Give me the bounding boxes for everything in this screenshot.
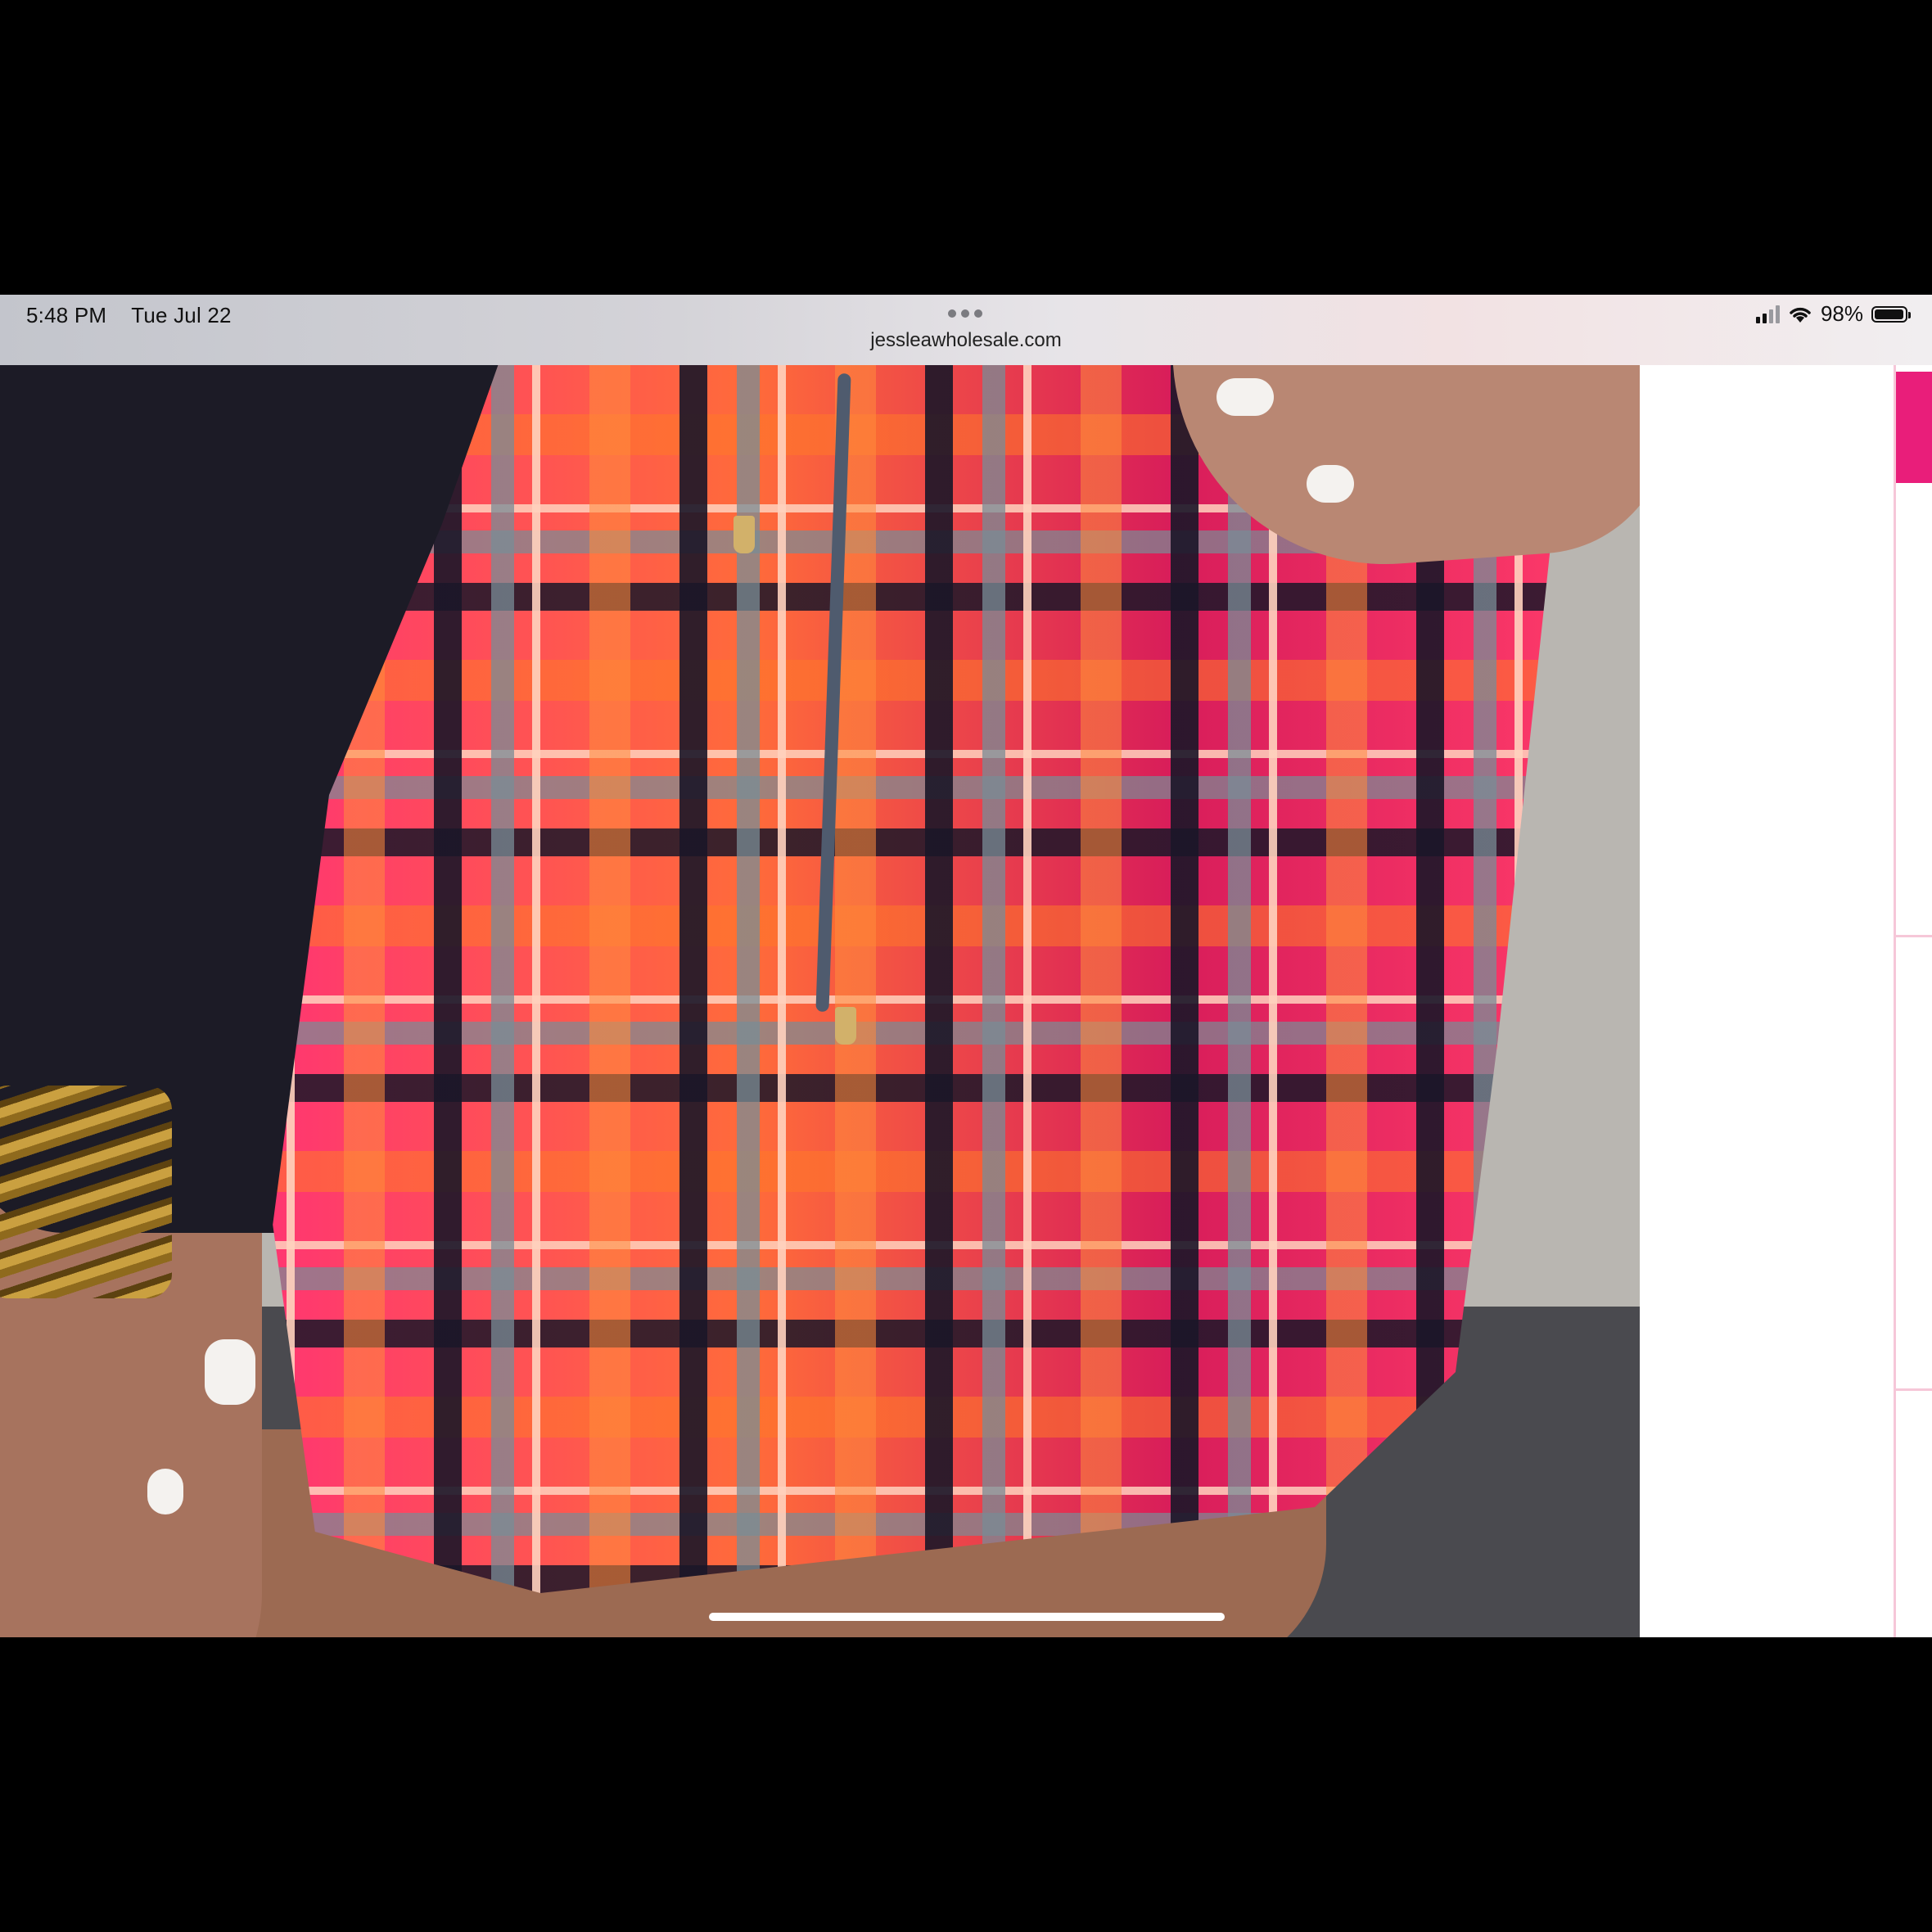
drawstring-tip	[835, 1007, 856, 1045]
product-photo[interactable]	[0, 365, 1640, 1637]
thumbnail-strip[interactable]	[1894, 365, 1932, 1637]
battery-icon	[1871, 305, 1911, 323]
status-date: Tue Jul 22	[131, 303, 232, 327]
fingernail	[205, 1339, 255, 1405]
multitasking-dots-icon[interactable]	[948, 309, 982, 318]
url-bar[interactable]: jessleawholesale.com	[0, 329, 1932, 352]
status-time: 5:48 PM	[26, 303, 107, 327]
tablet-screen: 5:48 PM Tue Jul 22 jessleawholesale.com 9…	[0, 295, 1932, 1637]
fingernail	[1217, 378, 1274, 416]
cellular-signal-icon	[1755, 305, 1780, 323]
thumbnail-divider	[1896, 935, 1932, 937]
active-thumbnail-indicator[interactable]	[1896, 372, 1932, 483]
fingernail	[1307, 465, 1354, 503]
status-bar: 5:48 PM Tue Jul 22 jessleawholesale.com 9…	[0, 295, 1932, 365]
thumbnail-divider	[1896, 1388, 1932, 1391]
gold-bangles	[0, 1086, 172, 1298]
drawstring-tip	[734, 516, 755, 553]
thumbnail-panel	[1640, 365, 1932, 1637]
battery-fill	[1875, 309, 1904, 319]
home-indicator[interactable]	[709, 1613, 1225, 1621]
status-indicators: 98%	[1755, 301, 1911, 327]
status-time-date: 5:48 PM Tue Jul 22	[26, 303, 232, 328]
fingernail	[147, 1469, 183, 1514]
wifi-icon	[1790, 307, 1811, 323]
battery-percent: 98%	[1820, 301, 1863, 326]
